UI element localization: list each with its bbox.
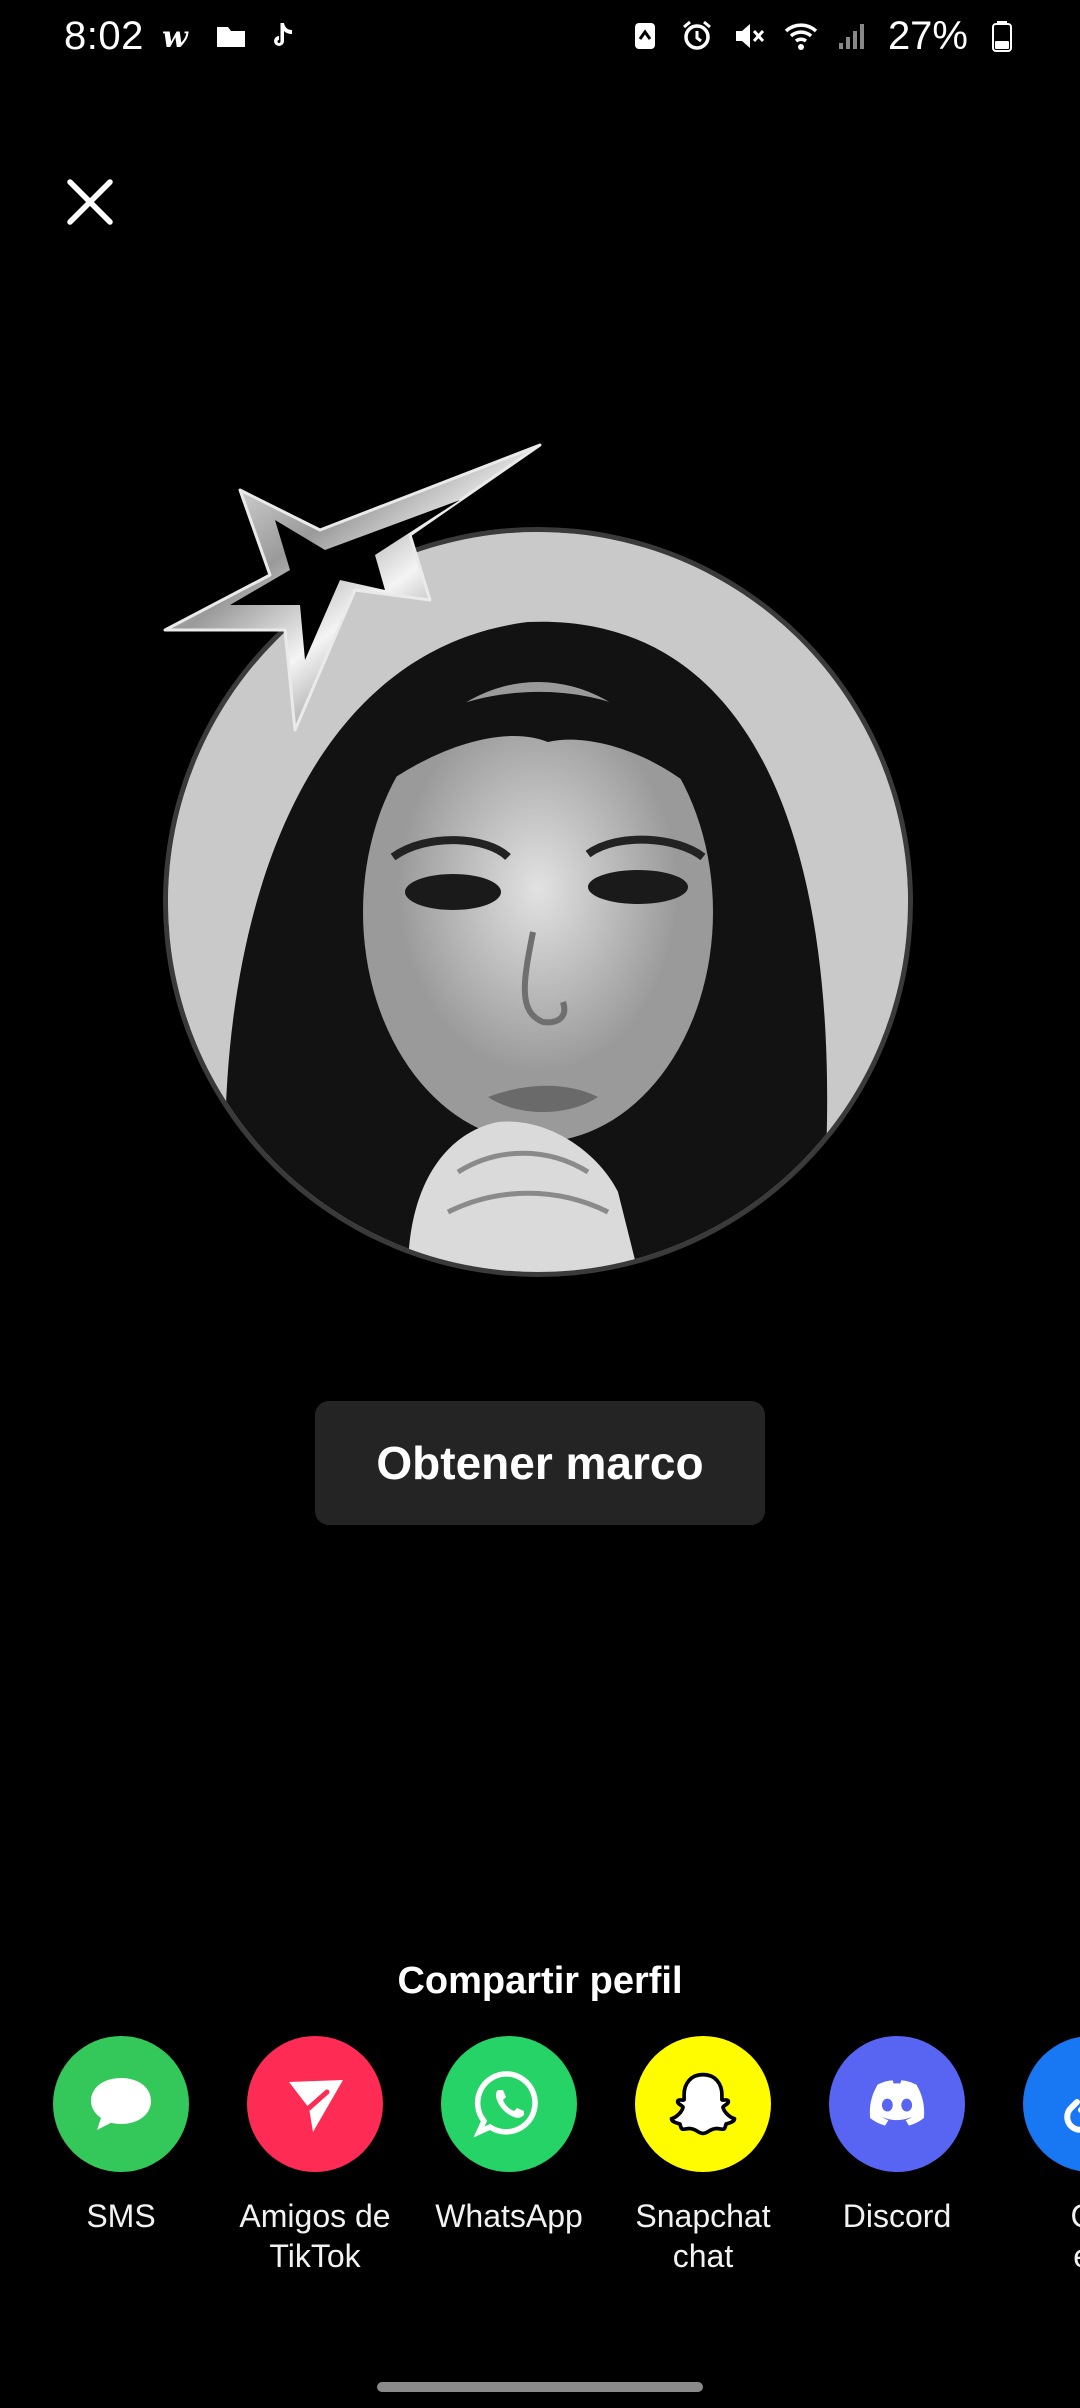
svg-text:w: w [162, 20, 189, 53]
share-whatsapp-circle [441, 2036, 577, 2172]
discord-icon [869, 2080, 925, 2126]
close-button[interactable] [60, 172, 120, 232]
share-snapchat[interactable]: Snapchat chat [606, 2036, 800, 2276]
star-frame-decoration [163, 443, 542, 732]
mute-icon [732, 19, 766, 53]
whatsapp-icon [473, 2071, 538, 2138]
close-icon [67, 179, 113, 225]
share-tiktok-friends[interactable]: Amigos de TikTok [218, 2036, 412, 2276]
status-left: 8:02 w [64, 14, 300, 59]
share-tiktok-friends-circle [247, 2036, 383, 2172]
share-sms-circle [53, 2036, 189, 2172]
folder-icon [214, 19, 248, 53]
copy-link-icon [1064, 2099, 1080, 2133]
wattpad-icon: w [162, 19, 196, 53]
snapchat-icon [669, 2072, 737, 2136]
share-discord[interactable]: Discord [800, 2036, 994, 2236]
share-profile-screen: 8:02 w 27% Obtener marco Compartir perfi… [0, 0, 1080, 2408]
get-frame-button[interactable]: Obtener marco [315, 1401, 765, 1525]
share-label: Amigos de TikTok [239, 2198, 391, 2274]
share-label: SMS [86, 2198, 156, 2234]
share-copy-link-circle [1023, 2036, 1080, 2172]
status-time: 8:02 [64, 13, 144, 58]
battery-icon [986, 19, 1020, 53]
tiktok-icon [266, 19, 300, 53]
signal-icon [836, 19, 870, 53]
share-label: Coen [994, 2196, 1080, 2276]
alarm-icon [680, 19, 714, 53]
share-sms[interactable]: SMS [24, 2036, 218, 2236]
nfc-icon [628, 19, 662, 53]
share-options-row: SMS Amigos de TikTok WhatsApp Snapchat c… [0, 2036, 1080, 2286]
status-bar: 8:02 w 27% [0, 0, 1080, 72]
tiktok-friends-icon [289, 2080, 343, 2132]
home-indicator[interactable] [377, 2382, 703, 2392]
wifi-icon [784, 19, 818, 53]
status-right: 27% [628, 14, 1020, 59]
battery-percent: 27% [887, 13, 968, 58]
share-label: Discord [842, 2198, 952, 2234]
sms-icon [91, 2078, 151, 2130]
share-discord-circle [829, 2036, 965, 2172]
share-snapchat-circle [635, 2036, 771, 2172]
share-whatsapp[interactable]: WhatsApp [412, 2036, 606, 2236]
share-profile-title: Compartir perfil [397, 1960, 683, 2002]
avatar-with-frame [150, 430, 940, 1290]
share-label: Snapchat chat [635, 2198, 771, 2274]
share-label: WhatsApp [435, 2198, 583, 2234]
share-copy-link[interactable]: Coen [994, 2036, 1080, 2276]
